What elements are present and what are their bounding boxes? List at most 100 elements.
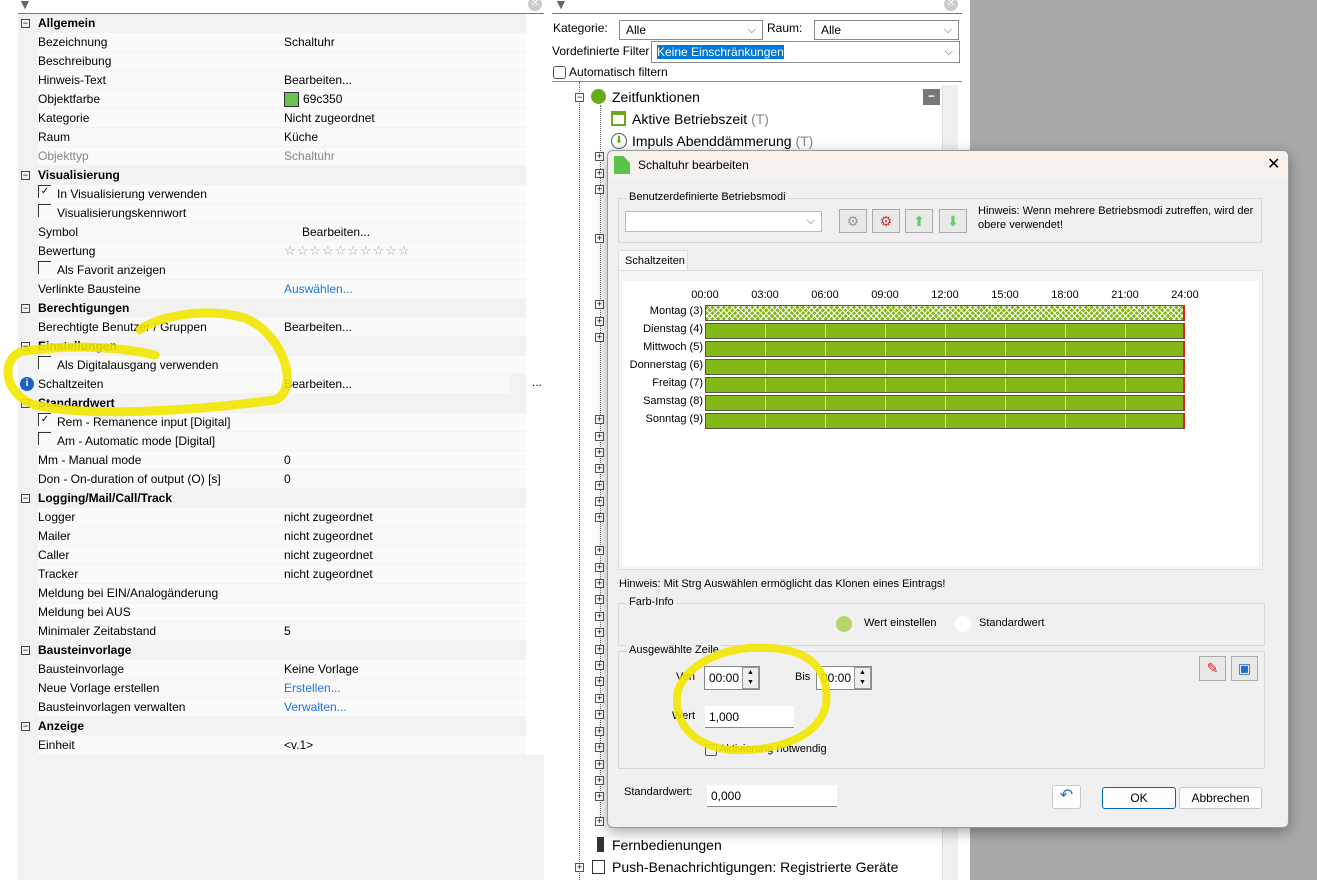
property-row[interactable]: Mailer nicht zugeordnet [18, 527, 526, 546]
collapse-toggle-icon[interactable]: − [21, 646, 30, 655]
checkbox[interactable]: ✓ [38, 185, 51, 198]
property-row[interactable]: Meldung bei EIN/Analogänderung [18, 584, 526, 603]
property-row[interactable]: Hinweis-Text Bearbeiten... [18, 71, 526, 90]
property-row[interactable]: Berechtigte Benutzer / Gruppen Bearbeiten… [18, 318, 526, 337]
tree-expand-toggle[interactable]: + [595, 694, 604, 703]
schedule-chart[interactable]: 00:00 03:00 06:00 09:00 12:00 15:00 18:00 21:00… [622, 281, 1259, 566]
section-header[interactable]: − Anzeige [18, 717, 526, 736]
tree-expand-toggle[interactable]: + [595, 464, 604, 473]
property-row[interactable]: Bezeichnung Schaltuhr [18, 33, 526, 52]
tree-collapse-toggle[interactable]: − [575, 93, 584, 102]
property-row[interactable]: Raum Küche [18, 128, 526, 147]
tree-expand-toggle[interactable]: + [595, 563, 604, 572]
tree-expand-toggle[interactable]: + [595, 817, 604, 826]
checkbox[interactable] [38, 432, 51, 445]
property-row[interactable]: Caller nicht zugeordnet [18, 546, 526, 565]
tree-expand-toggle[interactable]: + [595, 595, 604, 604]
property-row[interactable]: Tracker nicht zugeordnet [18, 565, 526, 584]
tree-expand-toggle[interactable]: + [595, 497, 604, 506]
cancel-button[interactable]: Abbrechen [1179, 787, 1262, 809]
tree-expand-toggle[interactable]: + [595, 546, 604, 555]
collapse-toggle-icon[interactable]: − [21, 304, 30, 313]
wert-input[interactable]: 1,000 [705, 706, 794, 728]
add-mode-button[interactable]: ⚙ [839, 209, 867, 233]
tree-expand-toggle[interactable]: + [595, 645, 604, 654]
tree-expand-toggle[interactable]: + [595, 661, 604, 670]
rating-stars[interactable]: ☆☆☆☆☆☆☆☆☆☆ [284, 243, 411, 258]
schedule-bar[interactable] [705, 413, 1185, 429]
section-header[interactable]: − Allgemein [18, 14, 526, 33]
move-down-button[interactable]: ⬇ [939, 209, 967, 233]
property-row[interactable]: Bausteinvorlagen verwalten Verwalten... [18, 698, 526, 717]
tree-item-push[interactable]: Push-Benachrichtigungen: Registrierte Ge… [612, 859, 898, 875]
tree-item-impuls[interactable]: Impuls Abenddämmerung (T) [632, 133, 813, 149]
property-row[interactable]: Als Digitalausgang verwenden [18, 356, 526, 375]
section-header[interactable]: − Logging/Mail/Call/Track [18, 489, 526, 508]
section-header[interactable]: − Visualisierung [18, 166, 526, 185]
property-row[interactable]: Objektfarbe 69c350 [18, 90, 526, 109]
tree-expand-toggle[interactable]: + [595, 152, 604, 161]
auto-filter-checkbox[interactable] [553, 66, 566, 79]
standardwert-input[interactable]: 0,000 [707, 785, 837, 807]
collapse-all-button[interactable]: − [923, 89, 940, 105]
predef-filter-select[interactable]: Keine Einschränkungen ⌵ [651, 41, 960, 63]
property-value[interactable]: Auswählen... [284, 282, 353, 296]
tree-expand-toggle[interactable]: + [595, 481, 604, 490]
kategorie-select[interactable]: Alle ⌵ [619, 20, 763, 40]
tree-expand-toggle[interactable]: + [595, 612, 604, 621]
tree-expand-toggle[interactable]: + [595, 234, 604, 243]
delete-mode-button[interactable]: ⚙ [872, 209, 900, 233]
collapse-toggle-icon[interactable]: − [21, 399, 30, 408]
property-row[interactable]: Verlinkte Bausteine Auswählen... [18, 280, 526, 299]
section-header[interactable]: − Standardwert [18, 394, 526, 413]
collapse-toggle-icon[interactable]: − [21, 494, 30, 503]
select-all-button[interactable]: ▣ [1231, 656, 1258, 681]
tree-expand-toggle[interactable]: + [595, 169, 604, 178]
property-value[interactable]: Verwalten... [284, 700, 347, 714]
property-row[interactable]: Meldung bei AUS [18, 603, 526, 622]
filter-icon[interactable]: ▼ [554, 0, 568, 12]
section-header[interactable]: − Berechtigungen [18, 299, 526, 318]
tree-expand-toggle[interactable]: + [595, 415, 604, 424]
tree-expand-toggle[interactable]: + [595, 333, 604, 342]
collapse-toggle-icon[interactable]: − [21, 722, 30, 731]
tree-expand-toggle[interactable]: + [595, 727, 604, 736]
property-row[interactable]: Am - Automatic mode [Digital] [18, 432, 526, 451]
checkbox[interactable]: ✓ [38, 413, 51, 426]
property-row[interactable]: Visualisierungskennwort [18, 204, 526, 223]
ok-button[interactable]: OK [1102, 787, 1176, 809]
tree-item-zeitfunktionen[interactable]: Zeitfunktionen [612, 89, 700, 105]
section-header[interactable]: − Einstellungen [18, 337, 526, 356]
eraser-button[interactable]: ✎ [1199, 656, 1226, 681]
tree-expand-toggle[interactable]: + [595, 185, 604, 194]
tree-expand-toggle[interactable]: + [595, 300, 604, 309]
tree-expand-toggle[interactable]: + [595, 792, 604, 801]
bis-spinner[interactable]: ▲ ▼ [854, 667, 871, 689]
tab-schaltzeiten[interactable]: Schaltzeiten [618, 250, 688, 271]
property-row[interactable]: Bewertung ☆☆☆☆☆☆☆☆☆☆ [18, 242, 526, 261]
schedule-bar[interactable] [705, 341, 1185, 357]
schedule-bar[interactable] [705, 395, 1185, 411]
property-row[interactable]: Logger nicht zugeordnet [18, 508, 526, 527]
property-row[interactable]: Als Favorit anzeigen [18, 261, 526, 280]
property-row[interactable]: Symbol Bearbeiten... [18, 223, 526, 242]
property-value[interactable]: Erstellen... [284, 681, 341, 695]
move-up-button[interactable]: ⬆ [905, 209, 933, 233]
tree-expand-toggle[interactable]: + [595, 677, 604, 686]
property-row[interactable]: Don - On-duration of output (O) [s] 0 [18, 470, 526, 489]
property-row[interactable]: Beschreibung [18, 52, 526, 71]
schedule-bar[interactable] [705, 323, 1185, 339]
tree-expand-toggle[interactable]: + [595, 317, 604, 326]
tree-expand-toggle[interactable]: + [595, 432, 604, 441]
schedule-bar[interactable] [705, 359, 1185, 375]
property-row[interactable]: Einheit <v.1> [18, 736, 526, 755]
collapse-toggle-icon[interactable]: − [21, 342, 30, 351]
close-icon[interactable]: ✕ [1267, 151, 1280, 179]
tree-expand-toggle[interactable]: + [575, 863, 584, 872]
schedule-bar[interactable] [705, 305, 1185, 321]
property-row[interactable]: Kategorie Nicht zugeordnet [18, 109, 526, 128]
von-spinner[interactable]: ▲ ▼ [742, 667, 759, 689]
property-row[interactable]: Minimaler Zeitabstand 5 [18, 622, 526, 641]
property-row[interactable]: Objekttyp Schaltuhr [18, 147, 526, 166]
tree-item-fernbedienungen[interactable]: Fernbedienungen [612, 837, 722, 853]
